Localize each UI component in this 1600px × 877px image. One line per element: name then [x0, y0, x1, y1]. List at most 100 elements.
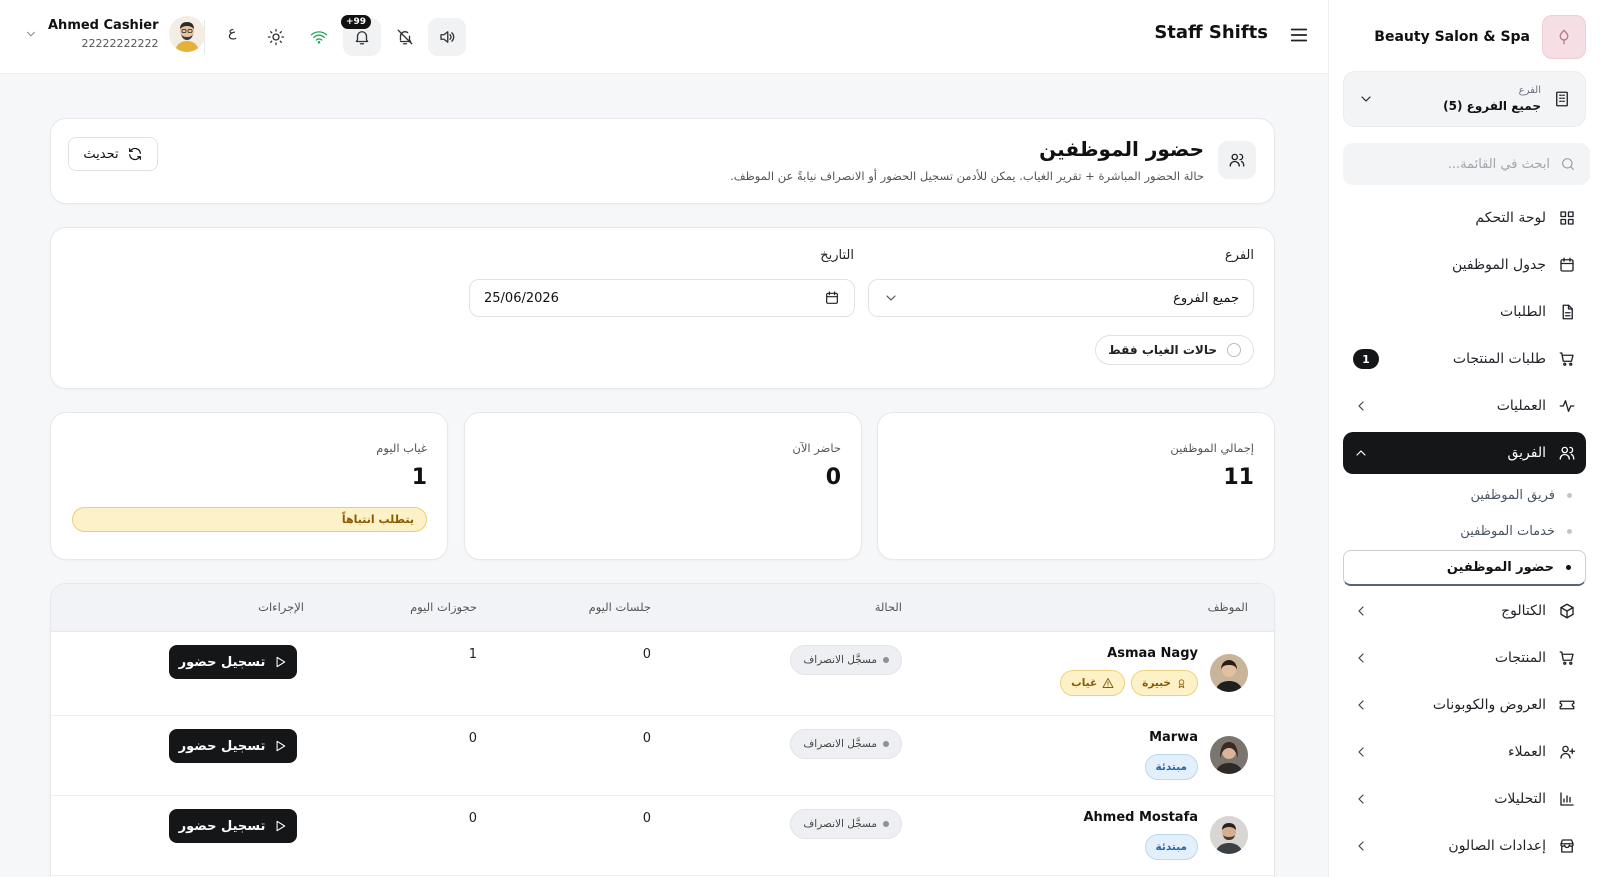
status-dot	[883, 741, 889, 747]
level-tag: مبتدئة	[1144, 754, 1198, 780]
box-icon	[1560, 603, 1574, 619]
sidebar-subitem-label: خدمات الموظفين	[1460, 523, 1555, 539]
ticket-icon	[1559, 700, 1575, 710]
chevron-left-icon	[1358, 606, 1364, 616]
hamburger-icon	[1290, 28, 1308, 42]
level-tag-label: مبتدئة	[1155, 761, 1187, 773]
branch-filter-select[interactable]: جميع الفروع	[868, 279, 1254, 317]
language-toggle[interactable]: ع	[228, 24, 236, 40]
sidebar-item-salon-settings[interactable]: إعدادات الصالون	[1343, 825, 1586, 867]
sidebar-item-label: العمليات	[1496, 398, 1546, 414]
branch-filter-label: الفرع	[1224, 248, 1254, 263]
absent-only-radio	[1227, 343, 1241, 357]
refresh-label: تحديث	[83, 146, 119, 162]
chevron-left-icon	[1358, 794, 1364, 804]
stat-absent-today: غياب اليوم 1 يتطلب انتباهاً	[50, 412, 448, 560]
date-filter-label: التاريخ	[820, 248, 854, 263]
play-icon	[276, 740, 286, 752]
sidebar-subitem-staff-team[interactable]: فريق الموظفين	[1343, 479, 1586, 511]
sidebar-search	[1343, 143, 1590, 185]
sidebar-subitem-staff-services[interactable]: خدمات الموظفين	[1343, 515, 1586, 547]
grid-icon	[1560, 211, 1574, 225]
attendance-table: الموظف الحالة جلسات اليوم حجوزات اليوم ا…	[50, 583, 1275, 877]
status-dot	[883, 821, 889, 827]
sidebar-search-input[interactable]	[1357, 156, 1550, 172]
branch-selector[interactable]: الفرع جميع الفروع (5)	[1343, 71, 1586, 127]
page-title: حضور الموظفين	[1039, 137, 1204, 161]
stat-label: غياب اليوم	[376, 441, 427, 455]
sidebar-item-analytics[interactable]: التحليلات	[1343, 778, 1586, 820]
attention-alert: يتطلب انتباهاً	[72, 507, 427, 532]
theme-toggle-button[interactable]	[257, 18, 295, 56]
sidebar-item-staff-schedule[interactable]: جدول الموظفين	[1343, 244, 1586, 286]
refresh-button[interactable]: تحديث	[68, 137, 158, 171]
user-menu[interactable]: Ahmed Cashier 22222222222	[24, 16, 205, 52]
play-icon	[276, 656, 286, 668]
chevron-down-icon	[1361, 96, 1371, 102]
date-filter-input[interactable]: 25/06/2026	[469, 279, 855, 317]
sound-button[interactable]	[428, 18, 466, 56]
check-in-button[interactable]: تسجيل حضور	[169, 729, 297, 763]
refresh-icon	[128, 147, 141, 161]
stat-value: 11	[1223, 465, 1254, 490]
sidebar-item-team[interactable]: الفريق	[1343, 432, 1586, 474]
notifications-count-badge: +99	[341, 15, 372, 29]
menu-button[interactable]	[1288, 24, 1310, 48]
cart-icon	[1559, 651, 1574, 665]
speaker-icon	[440, 31, 455, 43]
mute-notifications-button[interactable]	[386, 18, 424, 56]
avatar	[1210, 816, 1248, 854]
table-header: الموظف الحالة جلسات اليوم حجوزات اليوم ا…	[51, 584, 1274, 632]
top-header: Staff Shifts +99 ع Ahmed Cashier 2222222…	[0, 0, 1328, 74]
bullet	[1567, 528, 1572, 534]
page-subtitle: حالة الحضور المباشرة + تقرير الغياب. يمك…	[730, 169, 1204, 183]
sidebar-item-catalog[interactable]: الكتالوج	[1343, 590, 1586, 632]
col-sessions: جلسات اليوم	[588, 600, 651, 614]
absent-only-toggle[interactable]: حالات الغياب فقط	[1095, 335, 1254, 365]
check-in-label: تسجيل حضور	[178, 738, 266, 754]
notifications-button[interactable]: +99	[341, 15, 381, 56]
store-icon	[1560, 839, 1574, 853]
bullet	[1567, 492, 1572, 498]
stat-present-now: حاضر الآن 0	[464, 412, 862, 560]
bell-off-icon	[397, 29, 413, 45]
building-icon	[1556, 91, 1568, 107]
sidebar-item-label: الفريق	[1507, 445, 1546, 461]
level-tag: مبتدئة	[1144, 834, 1198, 860]
sidebar-item-operations[interactable]: العمليات	[1343, 385, 1586, 427]
status-label: مسجَّل الانصراف	[803, 818, 877, 830]
branch-value: جميع الفروع (5)	[1443, 99, 1541, 113]
check-in-button[interactable]: تسجيل حضور	[169, 645, 297, 679]
col-bookings: حجوزات اليوم	[410, 600, 477, 614]
sidebar-subitem-staff-attendance[interactable]: حضور الموظفين	[1343, 550, 1586, 586]
bookings-count: 0	[468, 811, 477, 826]
bar-chart-icon	[1560, 792, 1574, 806]
user-name: Ahmed Cashier	[48, 18, 159, 33]
sidebar-item-product-orders[interactable]: طلبات المنتجات 1	[1343, 338, 1586, 380]
sidebar-subitem-label: فريق الموظفين	[1470, 487, 1555, 503]
user-plus-icon	[1560, 745, 1576, 759]
check-in-button[interactable]: تسجيل حضور	[169, 809, 297, 843]
users-icon	[1559, 446, 1575, 460]
chevron-left-icon	[1358, 401, 1364, 411]
sidebar-item-customers[interactable]: العملاء	[1343, 731, 1586, 773]
date-filter-value: 25/06/2026	[484, 290, 559, 306]
cart-icon	[1559, 352, 1574, 366]
status-dot	[883, 657, 889, 663]
stat-label: حاضر الآن	[792, 441, 841, 455]
bell-icon	[355, 31, 369, 45]
col-employee: الموظف	[1207, 600, 1248, 614]
branch-filter-value: جميع الفروع	[1173, 290, 1239, 306]
sidebar-item-dashboard[interactable]: لوحة التحكم	[1343, 197, 1586, 239]
sidebar-item-orders[interactable]: الطلبات	[1343, 291, 1586, 333]
award-icon	[1178, 678, 1185, 688]
sidebar-item-products[interactable]: المنتجات	[1343, 637, 1586, 679]
col-actions: الإجراءات	[258, 600, 304, 614]
sidebar-item-offers-coupons[interactable]: العروض والكوبونات	[1343, 684, 1586, 726]
salon-logo	[1542, 15, 1586, 59]
stat-value: 0	[825, 465, 841, 490]
chevron-left-icon	[1358, 747, 1364, 757]
stat-value: 1	[411, 465, 427, 490]
sidebar-item-label: جدول الموظفين	[1452, 257, 1546, 273]
table-row: Asmaa Nagy خبيرة غياب مسجَّل الانصراف 0 …	[51, 632, 1274, 716]
